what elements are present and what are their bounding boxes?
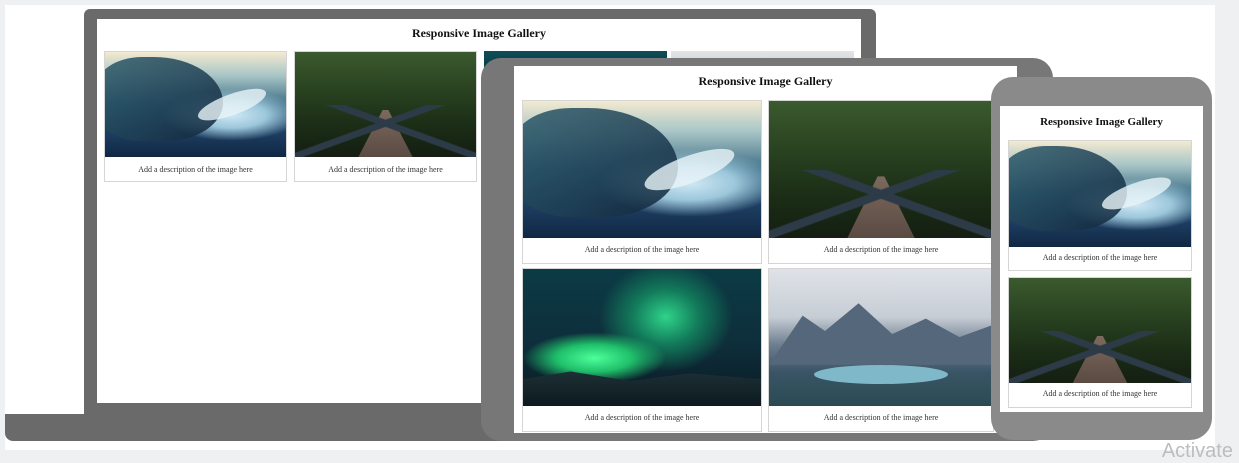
- image-description: Add a description of the image here: [328, 165, 443, 174]
- lake-image[interactable]: [523, 101, 761, 238]
- image-description: Add a description of the image here: [584, 413, 700, 422]
- forest-bridge-image[interactable]: [295, 52, 476, 157]
- phone-gallery-card[interactable]: Add a description of the image here: [1008, 140, 1192, 271]
- phone-gallery-title: Responsive Image Gallery: [1040, 116, 1163, 128]
- image-description: Add a description of the image here: [1042, 389, 1158, 398]
- image-description: Add a description of the image here: [1042, 253, 1158, 262]
- image-description: Add a description of the image here: [138, 165, 253, 174]
- image-description: Add a description of the image here: [823, 413, 939, 422]
- phone-gallery-card[interactable]: Add a description of the image here: [1008, 277, 1192, 408]
- laptop-gallery-title: Responsive Image Gallery: [412, 26, 546, 40]
- tablet-gallery-card[interactable]: Add a description of the image here: [522, 268, 762, 432]
- tablet-gallery-title: Responsive Image Gallery: [698, 74, 833, 88]
- forest-bridge-image[interactable]: [1009, 278, 1191, 383]
- laptop-gallery-card[interactable]: Add a description of the image here: [294, 51, 477, 182]
- laptop-gallery-card[interactable]: Add a description of the image here: [104, 51, 287, 182]
- aurora-image[interactable]: [523, 269, 761, 406]
- lake-image[interactable]: [105, 52, 286, 157]
- lake-image[interactable]: [1009, 141, 1191, 247]
- activate-watermark: Activate: [1161, 440, 1233, 462]
- image-description: Add a description of the image here: [823, 245, 939, 254]
- tablet-gallery-card[interactable]: Add a description of the image here: [768, 100, 994, 264]
- forest-bridge-image[interactable]: [769, 101, 993, 238]
- mountain-lake-image[interactable]: [769, 269, 993, 406]
- tablet-gallery-card[interactable]: Add a description of the image here: [768, 268, 994, 432]
- image-description: Add a description of the image here: [584, 245, 700, 254]
- tablet-gallery-card[interactable]: Add a description of the image here: [522, 100, 762, 264]
